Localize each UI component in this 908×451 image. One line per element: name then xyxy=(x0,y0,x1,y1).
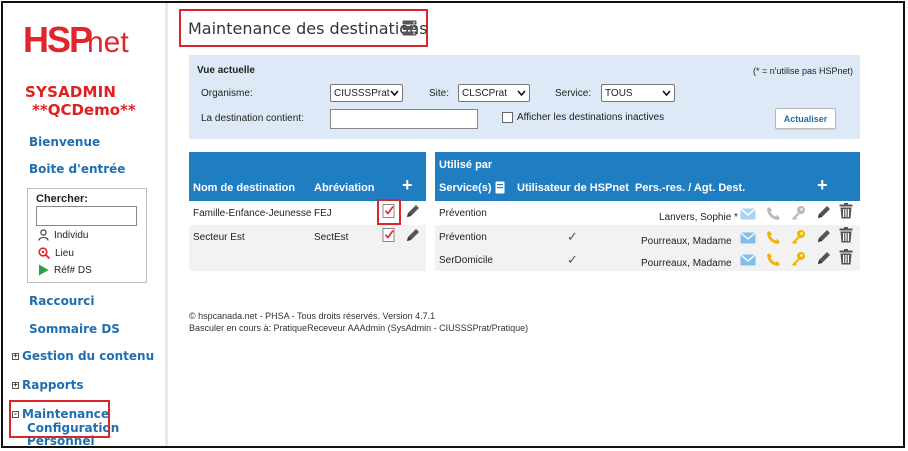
destination-filter-input[interactable] xyxy=(330,109,478,129)
email-icon[interactable] xyxy=(740,254,756,266)
pencil-icon[interactable] xyxy=(816,250,831,266)
key-icon[interactable] xyxy=(790,251,806,267)
chevron-down-icon xyxy=(662,90,671,96)
phone-icon[interactable] xyxy=(766,252,781,267)
service-value: TOUS xyxy=(605,87,633,99)
user-name: SYSADMIN xyxy=(25,83,117,101)
organisme-label: Organisme: xyxy=(201,88,253,99)
hspnet-user-check: ✓ xyxy=(567,252,578,267)
sidebar: HSP net SYSADMIN **QCDemo** Bienvenue Bo… xyxy=(3,3,165,446)
search-option-individu[interactable]: Individu xyxy=(38,229,88,241)
pencil-icon[interactable] xyxy=(405,227,420,243)
filter-panel: Vue actuelle (* = n'utilise pas HSPnet) … xyxy=(189,55,860,139)
trash-icon[interactable] xyxy=(839,227,853,243)
expand-icon[interactable]: + xyxy=(12,352,19,360)
chevron-down-icon xyxy=(517,90,526,96)
site-label: Site: xyxy=(429,88,450,99)
site-select[interactable]: CLSCPrat xyxy=(458,84,530,102)
nav-boite-entree[interactable]: Boite d'entrée xyxy=(29,162,125,176)
nav-bienvenue[interactable]: Bienvenue xyxy=(29,135,100,149)
usage-heading: Utilisé par xyxy=(439,159,493,171)
sidebar-divider xyxy=(165,3,168,446)
destinations-table-header: Nom de destination Abréviation + xyxy=(189,152,426,201)
col-header-services: Service(s) xyxy=(439,182,492,194)
footer-switch-context[interactable]: Basculer en cours à: PratiqueReceveur AA… xyxy=(189,323,528,333)
pencil-icon[interactable] xyxy=(816,204,831,220)
edit-checklist-icon[interactable] xyxy=(382,227,396,243)
pencil-icon[interactable] xyxy=(405,203,420,219)
location-search-icon xyxy=(38,247,50,259)
trash-icon[interactable] xyxy=(839,203,853,219)
page-title: Maintenance des destinations xyxy=(188,19,428,38)
service-label: Service: xyxy=(555,88,592,99)
show-inactive-label: Afficher les destinations inactives xyxy=(517,112,665,123)
nav-raccourci[interactable]: Raccourci xyxy=(29,294,95,308)
book-icon[interactable] xyxy=(495,181,505,194)
search-option-individu-label: Individu xyxy=(54,229,89,241)
contact-name: Pourreaux, Madame xyxy=(641,258,732,269)
trash-icon[interactable] xyxy=(839,249,853,265)
service-name: Prévention xyxy=(439,208,487,219)
search-panel: Chercher: Individu Lieu Réf# DS xyxy=(27,188,147,283)
usage-table-header: Utilisé par Service(s) Utilisateur de HS… xyxy=(435,152,860,201)
show-inactive-checkbox[interactable] xyxy=(502,112,513,123)
hspnet-logo[interactable]: HSP net xyxy=(23,16,153,62)
key-icon[interactable] xyxy=(790,229,806,245)
logo-net-text: net xyxy=(87,26,129,59)
col-header-abbreviation: Abréviation xyxy=(314,182,375,194)
search-label: Chercher: xyxy=(36,193,88,205)
add-destination-button[interactable]: + xyxy=(402,176,413,194)
destination-name: Secteur Est xyxy=(193,232,245,243)
destination-abbr: FEJ xyxy=(314,208,332,219)
refresh-button[interactable]: Actualiser xyxy=(775,108,836,129)
destination-name: Famille-Enfance-Jeunesse xyxy=(193,208,312,219)
expand-icon[interactable]: + xyxy=(12,381,19,389)
col-header-destination-name: Nom de destination xyxy=(193,182,296,194)
nav-rapports-label: Rapports xyxy=(22,378,84,392)
nav-gestion-contenu[interactable]: + Gestion du contenu xyxy=(12,349,154,363)
destination-abbr: SectEst xyxy=(314,232,349,243)
phone-icon[interactable] xyxy=(766,206,781,221)
email-icon[interactable] xyxy=(740,208,756,220)
server-icon[interactable] xyxy=(402,20,417,36)
email-icon[interactable] xyxy=(740,232,756,244)
destination-filter-label: La destination contient: xyxy=(201,113,304,124)
contact-name: Pourreaux, Madame xyxy=(641,236,732,247)
col-header-contact: Pers.-res. / Agt. Dest. xyxy=(635,182,746,194)
filter-heading: Vue actuelle xyxy=(197,65,255,76)
search-input[interactable] xyxy=(36,206,137,226)
search-option-ref-ds-label: Réf# DS xyxy=(54,264,92,276)
nav-sommaire-ds[interactable]: Sommaire DS xyxy=(29,322,120,336)
logo-hsp-text: HSP xyxy=(23,19,92,60)
hspnet-user-check: ✓ xyxy=(567,229,578,244)
highlight-box xyxy=(377,199,401,225)
pencil-icon[interactable] xyxy=(816,228,831,244)
search-option-lieu[interactable]: Lieu xyxy=(38,247,74,259)
service-select[interactable]: TOUS xyxy=(601,84,675,102)
hspnet-note: (* = n'utilise pas HSPnet) xyxy=(752,66,853,76)
nav-rapports[interactable]: + Rapports xyxy=(12,378,84,392)
nav-gestion-contenu-label: Gestion du contenu xyxy=(22,349,155,363)
chevron-down-icon xyxy=(390,90,399,96)
search-option-ref-ds[interactable]: Réf# DS xyxy=(38,264,92,276)
phone-icon[interactable] xyxy=(766,230,781,245)
user-environment: **QCDemo** xyxy=(32,101,136,119)
add-usage-button[interactable]: + xyxy=(817,176,828,194)
organisme-value: CIUSSSPrat xyxy=(334,87,390,99)
contact-name: Lanvers, Sophie * xyxy=(659,212,738,223)
play-icon xyxy=(39,264,49,276)
site-value: CLSCPrat xyxy=(462,87,508,99)
key-icon[interactable] xyxy=(790,205,806,221)
col-header-hspnet-user: Utilisateur de HSPnet xyxy=(517,182,629,194)
search-option-lieu-label: Lieu xyxy=(55,247,74,259)
highlight-box xyxy=(9,400,110,438)
organisme-select[interactable]: CIUSSSPrat xyxy=(330,84,403,102)
service-name: Prévention xyxy=(439,232,487,243)
app-window: HSP net SYSADMIN **QCDemo** Bienvenue Bo… xyxy=(1,1,905,448)
service-name: SerDomicile xyxy=(439,255,493,266)
person-icon xyxy=(38,229,49,241)
footer-copyright: © hspcanada.net - PHSA - Tous droits rés… xyxy=(189,311,436,321)
